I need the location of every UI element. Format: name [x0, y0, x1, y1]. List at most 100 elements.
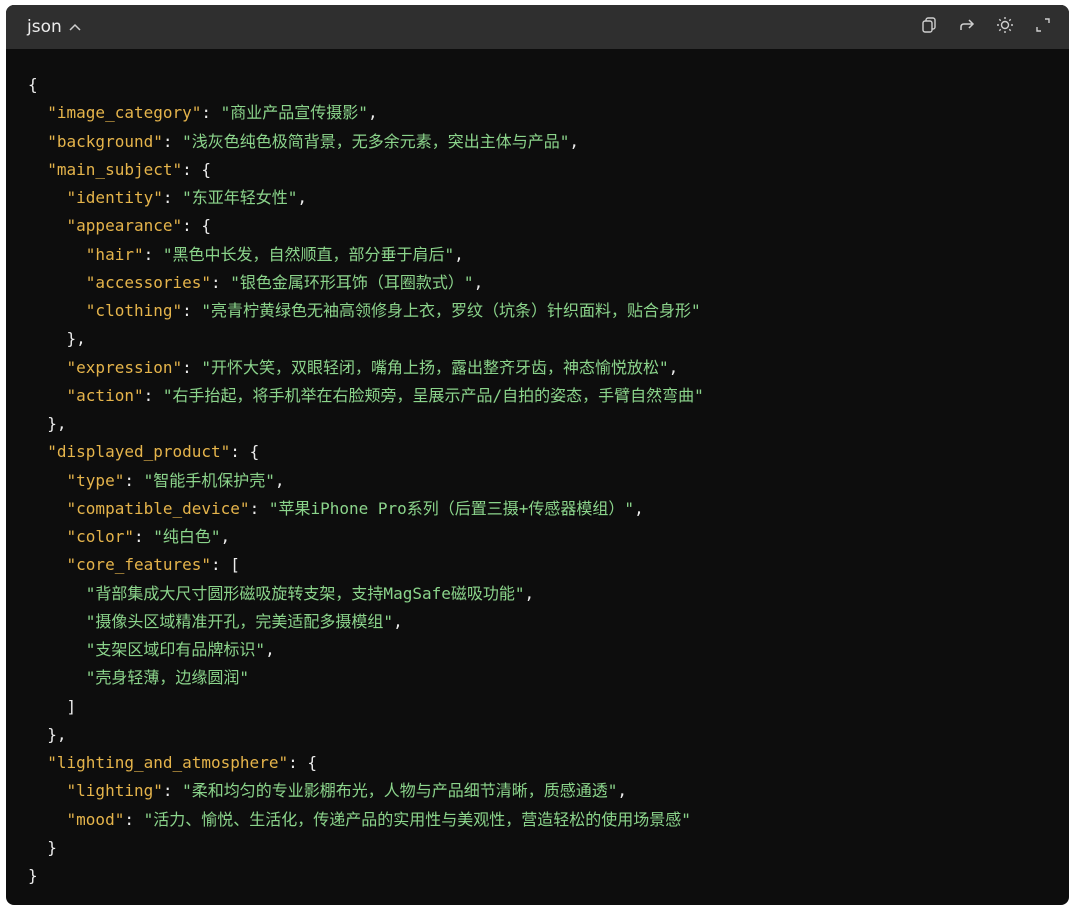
json-key: "core_features" — [66, 555, 212, 575]
code-line: "image_category": "商业产品宣传摄影", — [28, 99, 1069, 127]
json-punctuation — [28, 188, 67, 207]
json-string: "活力、愉悦、生活化，传递产品的实用性与美观性，营造轻松的使用场景感" — [143, 809, 691, 829]
json-punctuation — [28, 753, 47, 772]
json-punctuation: : — [162, 131, 183, 151]
json-key: "color" — [66, 527, 134, 546]
code-line: "compatible_device": "苹果iPhone Pro系列（后置三… — [28, 495, 1069, 523]
json-punctuation — [28, 640, 86, 659]
json-punctuation: , — [524, 583, 535, 603]
json-punctuation: : { — [230, 442, 260, 462]
json-key: "background" — [47, 131, 163, 151]
code-line: } — [28, 834, 1069, 862]
json-punctuation — [28, 668, 86, 687]
json-string: "智能手机保护壳" — [143, 470, 275, 490]
json-punctuation — [28, 781, 67, 800]
json-string: "东亚年轻女性" — [182, 188, 298, 207]
json-punctuation: : — [143, 244, 163, 264]
json-punctuation — [28, 245, 86, 264]
code-block: json {"image_category": "商业产品宣传摄影", "ba… — [6, 5, 1069, 905]
json-punctuation — [28, 160, 47, 179]
json-punctuation: , — [634, 498, 644, 518]
json-key: "accessories" — [85, 272, 212, 292]
code-line: "mood": "活力、愉悦、生活化，传递产品的实用性与美观性，营造轻松的使用场… — [28, 806, 1069, 834]
code-line: }, — [28, 325, 1069, 353]
code-line: "type": "智能手机保护壳", — [28, 467, 1069, 495]
json-punctuation: , — [274, 470, 285, 490]
json-punctuation: } — [28, 866, 38, 885]
share-button[interactable] — [957, 17, 977, 37]
code-line: "displayed_product": { — [28, 438, 1069, 466]
json-punctuation: : — [143, 385, 163, 405]
json-punctuation: : — [162, 188, 183, 207]
json-key: "compatible_device" — [66, 498, 250, 518]
share-icon — [958, 16, 976, 39]
json-punctuation — [28, 499, 67, 518]
code-line: "identity": "东亚年轻女性", — [28, 184, 1069, 212]
json-punctuation: , — [367, 103, 378, 123]
json-punctuation: }, — [28, 329, 86, 349]
json-key: "identity" — [66, 188, 163, 207]
json-punctuation — [28, 273, 86, 292]
json-key: "main_subject" — [47, 159, 183, 179]
json-string: "背部集成大尺寸圆形磁吸旋转支架，支持MagSafe磁吸功能" — [85, 583, 525, 603]
json-key: "lighting_and_atmosphere" — [47, 753, 289, 772]
json-string: "开怀大笑，双眼轻闭，嘴角上扬，露出整齐牙齿，神态愉悦放松" — [201, 357, 669, 377]
code-line: "expression": "开怀大笑，双眼轻闭，嘴角上扬，露出整齐牙齿，神态愉… — [28, 354, 1069, 382]
code-line: "支架区域印有品牌标识", — [28, 636, 1069, 664]
json-string: "壳身轻薄，边缘圆润" — [85, 668, 250, 688]
code-line: { — [28, 71, 1069, 99]
json-punctuation: : [ — [211, 555, 240, 575]
code-line: "color": "纯白色", — [28, 523, 1069, 551]
theme-button[interactable] — [995, 16, 1015, 39]
language-toggle[interactable]: json — [27, 17, 81, 37]
copy-button[interactable] — [919, 16, 939, 37]
json-key: "lighting" — [66, 781, 163, 801]
json-punctuation — [28, 301, 86, 320]
json-string: "银色金属环形耳饰（耳圈款式）" — [230, 272, 474, 292]
code-line: "壳身轻薄，边缘圆润" — [28, 664, 1069, 692]
json-punctuation: : { — [182, 159, 212, 179]
json-string: "支架区域印有品牌标识" — [85, 640, 266, 659]
json-punctuation — [28, 386, 67, 405]
json-punctuation: , — [569, 131, 580, 151]
json-punctuation — [28, 358, 67, 377]
json-punctuation: , — [454, 244, 464, 264]
theme-icon — [996, 16, 1014, 39]
json-punctuation: : — [133, 527, 154, 546]
chevron-up-icon — [69, 23, 81, 31]
code-line: "core_features": [ — [28, 551, 1069, 579]
json-punctuation: }, — [28, 414, 67, 433]
json-punctuation — [28, 442, 47, 461]
json-punctuation: : { — [182, 216, 212, 236]
code-line: "clothing": "亮青柠黄绿色无袖高领修身上衣，罗纹（坑条）针织面料，贴… — [28, 297, 1069, 325]
json-punctuation: , — [297, 188, 308, 207]
code-line: "background": "浅灰色纯色极简背景，无多余元素，突出主体与产品", — [28, 128, 1069, 156]
json-punctuation: , — [220, 527, 231, 546]
code-line: } — [28, 862, 1069, 890]
json-key: "mood" — [66, 809, 125, 829]
json-key: "appearance" — [66, 216, 183, 236]
json-string: "柔和均匀的专业影棚布光，人物与产品细节清晰，质感通透" — [182, 781, 618, 801]
json-punctuation: , — [668, 357, 679, 377]
json-punctuation — [28, 584, 86, 603]
json-punctuation: : — [201, 103, 221, 123]
code-line: }, — [28, 721, 1069, 749]
json-punctuation: , — [617, 781, 628, 801]
expand-button[interactable] — [1033, 17, 1053, 37]
json-key: "displayed_product" — [47, 442, 231, 462]
code-line: "appearance": { — [28, 212, 1069, 240]
json-string: "浅灰色纯色极简背景，无多余元素，突出主体与产品" — [182, 131, 570, 151]
json-punctuation: : { — [288, 753, 317, 772]
json-punctuation: , — [393, 611, 403, 631]
json-punctuation: : — [211, 272, 231, 292]
json-key: "action" — [66, 385, 144, 405]
json-punctuation — [28, 612, 86, 631]
json-punctuation — [28, 216, 67, 235]
json-punctuation: : — [182, 357, 202, 377]
code-line: "摄像头区域精准开孔，完美适配多摄模组", — [28, 608, 1069, 636]
json-key: "image_category" — [47, 103, 202, 123]
json-punctuation — [28, 471, 67, 490]
json-punctuation: } — [28, 837, 57, 857]
json-key: "clothing" — [85, 301, 183, 320]
json-punctuation — [28, 810, 67, 829]
